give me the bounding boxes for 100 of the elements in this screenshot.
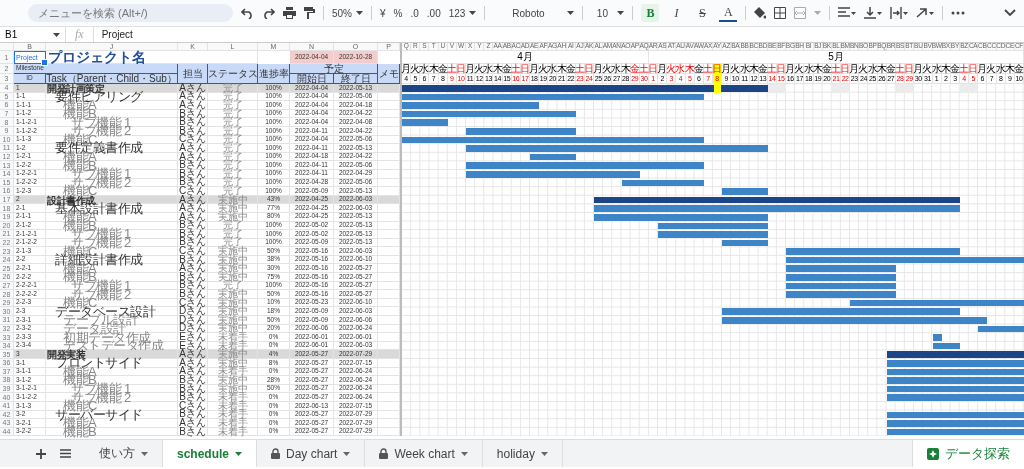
table-cell: Bさん	[178, 118, 208, 127]
table-cell: 実施中	[208, 273, 258, 282]
undo-icon[interactable]	[241, 7, 254, 19]
weekday-label: 日	[648, 64, 659, 74]
add-icon[interactable]	[36, 448, 46, 459]
weekday-label: 月	[530, 64, 540, 74]
table-cell	[378, 290, 400, 299]
paint-roller-icon[interactable]	[304, 7, 315, 19]
format-button[interactable]: .00	[426, 7, 441, 19]
weekday-label: 火	[795, 64, 805, 74]
weekday-label: 日	[456, 64, 466, 74]
table-cell: 完了	[208, 161, 258, 170]
weekday-label: 土	[959, 64, 970, 74]
table-cell: 実施中	[208, 384, 258, 394]
text-wrap-icon[interactable]	[890, 7, 909, 19]
weekday-label: 土	[831, 64, 842, 74]
borders-icon[interactable]	[774, 7, 787, 19]
column-heading: 担当	[178, 64, 208, 84]
table-cell: 実施中	[208, 359, 258, 368]
weekday-label: 火	[667, 64, 677, 74]
weekday-label: 火	[603, 64, 613, 74]
weekday-label: 水	[484, 64, 494, 74]
table-cell: 実施中	[208, 255, 258, 265]
sheet-tab[interactable]: Week chart	[365, 440, 483, 467]
sheet-tab[interactable]: holiday	[482, 440, 563, 467]
italic-button[interactable]: I	[667, 4, 686, 22]
bold-button[interactable]: B	[641, 4, 660, 22]
table-cell: 実施中	[208, 350, 258, 359]
number-format-dropdown[interactable]: 123	[448, 7, 477, 19]
vertical-align-icon[interactable]	[864, 7, 883, 19]
table-cell	[378, 230, 400, 239]
table-cell	[378, 169, 400, 179]
weekday-label: 木	[557, 64, 567, 74]
lock-icon	[271, 448, 281, 459]
caret-icon[interactable]	[53, 32, 60, 37]
caret-icon[interactable]	[469, 11, 477, 15]
strikethrough-button[interactable]: S	[693, 4, 712, 22]
weekday-label: 火	[859, 64, 869, 74]
table-cell	[378, 281, 400, 291]
font-dropdown[interactable]: Roboto	[493, 7, 575, 19]
format-button[interactable]: %	[393, 7, 403, 19]
explore-button[interactable]: データ探索	[912, 440, 1024, 467]
table-cell: 完了	[208, 144, 258, 153]
weekday-label: 土	[511, 64, 521, 74]
name-box[interactable]: B1	[0, 27, 66, 42]
sheet-tab[interactable]: Day chart	[257, 440, 366, 467]
search-field[interactable]: メニューを検索 (Alt+/)	[28, 4, 233, 22]
table-cell	[378, 187, 400, 196]
caret-icon[interactable]	[617, 11, 625, 15]
table-cell: Bさん	[178, 290, 208, 299]
weekday-label: 月	[978, 64, 988, 74]
table-cell	[378, 212, 400, 222]
weekday-label: 木	[621, 64, 631, 74]
font-size-dropdown[interactable]: 10	[591, 7, 625, 19]
weekday-label: 土	[575, 64, 585, 74]
table-cell	[378, 419, 400, 428]
sheet-tab[interactable]: schedule	[163, 440, 258, 467]
weekday-label: 木	[1005, 64, 1015, 74]
column-heading: ステータス	[208, 64, 258, 84]
table-cell	[378, 118, 400, 127]
table-cell	[378, 247, 400, 256]
table-cell	[378, 92, 400, 102]
formula-value[interactable]: Project	[93, 29, 133, 40]
print-icon[interactable]	[283, 7, 296, 19]
align-left-icon[interactable]	[838, 7, 857, 19]
format-button[interactable]: ¥	[380, 7, 386, 19]
weekday-label: 金	[502, 64, 512, 74]
paint-bucket-icon[interactable]	[754, 7, 767, 19]
weekday-label: 水	[740, 64, 750, 74]
caret-icon[interactable]	[567, 11, 575, 15]
weekday-label: 水	[804, 64, 814, 74]
text-rotate-icon[interactable]	[916, 7, 935, 19]
table-cell	[378, 144, 400, 153]
table-cell: 機能B	[46, 427, 178, 437]
table-cell: 完了	[208, 126, 258, 136]
table-cell: 完了	[208, 84, 258, 93]
weekday-label: 日	[841, 64, 851, 74]
table-cell	[378, 273, 400, 282]
text-color-button[interactable]: A	[719, 4, 738, 22]
weekday-label: 日	[520, 64, 531, 74]
format-button[interactable]: .0	[410, 7, 419, 19]
table-cell	[378, 152, 400, 162]
merge-cells-icon[interactable]	[794, 7, 807, 19]
table-cell	[378, 109, 400, 119]
caret-icon[interactable]	[356, 11, 363, 15]
table-cell	[378, 204, 400, 213]
table-cell: Aさん	[178, 419, 208, 428]
table-cell: 実施中	[208, 195, 258, 205]
table-cell	[378, 178, 400, 188]
table-cell: 実施中	[208, 247, 258, 256]
more-icon[interactable]	[951, 11, 966, 15]
zoom-dropdown[interactable]: 50%	[332, 7, 363, 19]
lock-icon	[379, 448, 389, 459]
weekday-label: 木	[941, 64, 951, 74]
weekday-label: 金	[694, 64, 704, 74]
table-cell: 完了	[208, 152, 258, 162]
chevron-down-icon[interactable]	[1004, 9, 1016, 17]
redo-icon[interactable]	[262, 7, 275, 19]
table-cell	[378, 101, 400, 110]
menu-icon[interactable]	[60, 449, 71, 458]
